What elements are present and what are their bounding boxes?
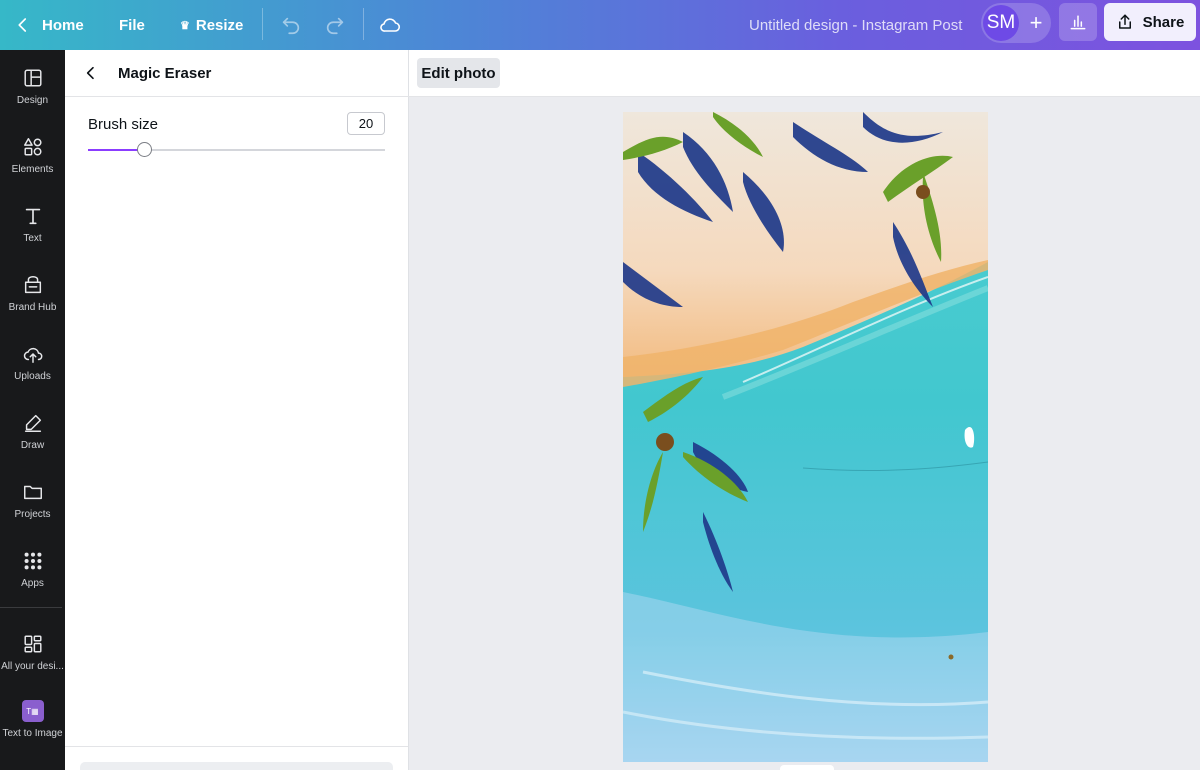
rail-item-text[interactable]: Text: [0, 203, 65, 263]
toolbar-divider: [363, 8, 364, 40]
top-bar: Home File ♛ Resize Untitled design - Ins…: [0, 0, 1200, 50]
cloud-upload-icon: [23, 347, 42, 363]
rail-item-apps[interactable]: Apps: [0, 548, 65, 608]
rail-item-label: Draw: [20, 440, 45, 451]
rail-item-label: Apps: [21, 578, 44, 589]
rail-item-label: Text: [23, 233, 42, 244]
resize-button[interactable]: ♛ Resize: [180, 0, 243, 50]
panel-title: Magic Eraser: [118, 65, 212, 82]
crown-icon: ♛: [180, 19, 190, 32]
pen-icon: [24, 414, 41, 432]
rail-item-design[interactable]: Design: [0, 65, 65, 125]
canvas-area: [409, 97, 1200, 770]
rail-item-draw[interactable]: Draw: [0, 410, 65, 470]
edit-photo-button[interactable]: Edit photo: [417, 58, 500, 88]
left-rail: Design Elements Text Brand Hub Uploads D…: [0, 50, 65, 770]
context-toolbar: Edit photo: [409, 50, 1200, 97]
rail-item-label: Brand Hub: [8, 302, 57, 313]
collaborators-group: SM +: [981, 3, 1051, 43]
brush-size-input[interactable]: 20: [347, 112, 385, 135]
text-icon: [25, 208, 40, 225]
insights-button[interactable]: [1059, 3, 1097, 41]
avatar[interactable]: SM: [983, 5, 1019, 41]
home-button[interactable]: Home: [14, 0, 84, 50]
rail-item-uploads[interactable]: Uploads: [0, 341, 65, 401]
home-label: Home: [42, 16, 84, 34]
rail-item-label: Design: [16, 95, 49, 106]
rail-item-label: Elements: [11, 164, 54, 175]
rail-item-text-to-image[interactable]: T▦ Text to Image: [0, 698, 65, 758]
bar-chart-icon: [1070, 15, 1086, 30]
redo-button[interactable]: [324, 0, 346, 50]
magic-eraser-panel: Magic Eraser Brush size 20: [65, 50, 409, 770]
cloud-icon: [380, 18, 401, 32]
folder-icon: [23, 485, 42, 500]
layout-icon: [23, 69, 42, 87]
rail-item-all-your-designs[interactable]: All your desi...: [0, 631, 65, 691]
dashboard-icon: [23, 635, 42, 653]
file-label: File: [119, 16, 145, 34]
undo-icon: [282, 17, 300, 35]
rail-item-label: Projects: [14, 509, 51, 520]
slider-handle[interactable]: [137, 142, 152, 157]
rail-item-label: Text to Image: [2, 728, 63, 739]
file-menu-button[interactable]: File: [119, 0, 145, 50]
rail-item-projects[interactable]: Projects: [0, 479, 65, 539]
chevron-left-icon: [86, 66, 94, 80]
panel-header: Magic Eraser: [65, 50, 409, 97]
share-button[interactable]: Share: [1104, 3, 1196, 41]
brush-size-label: Brush size: [88, 116, 159, 133]
text-to-image-icon: T▦: [21, 700, 44, 722]
panel-footer-divider: [65, 746, 408, 747]
rail-item-label: Uploads: [14, 371, 51, 382]
brand-icon: [24, 276, 41, 294]
brush-size-slider[interactable]: [88, 140, 385, 160]
page-tab[interactable]: [780, 765, 834, 770]
toolbar-divider: [262, 8, 263, 40]
document-title[interactable]: Untitled design - Instagram Post: [749, 0, 962, 50]
rail-item-label: All your desi...: [1, 661, 64, 672]
grid-icon: [24, 552, 41, 570]
save-status-button[interactable]: [378, 0, 402, 50]
share-label: Share: [1142, 13, 1185, 31]
beach-photo-image: [623, 112, 988, 762]
rail-divider: [0, 607, 62, 608]
chevron-left-icon: [18, 18, 27, 32]
add-collaborator-button[interactable]: +: [1021, 3, 1051, 43]
shapes-icon: [23, 138, 42, 156]
resize-label: Resize: [195, 16, 244, 34]
panel-back-button[interactable]: [83, 62, 103, 84]
slider-fill: [88, 149, 144, 151]
panel-footer-button[interactable]: [80, 762, 393, 770]
beach-photo[interactable]: [623, 112, 988, 762]
plus-icon: +: [1029, 10, 1043, 35]
share-upload-icon: [1118, 14, 1131, 29]
rail-item-elements[interactable]: Elements: [0, 134, 65, 194]
redo-icon: [326, 17, 344, 35]
undo-button[interactable]: [280, 0, 302, 50]
rail-item-brand-hub[interactable]: Brand Hub: [0, 272, 65, 332]
